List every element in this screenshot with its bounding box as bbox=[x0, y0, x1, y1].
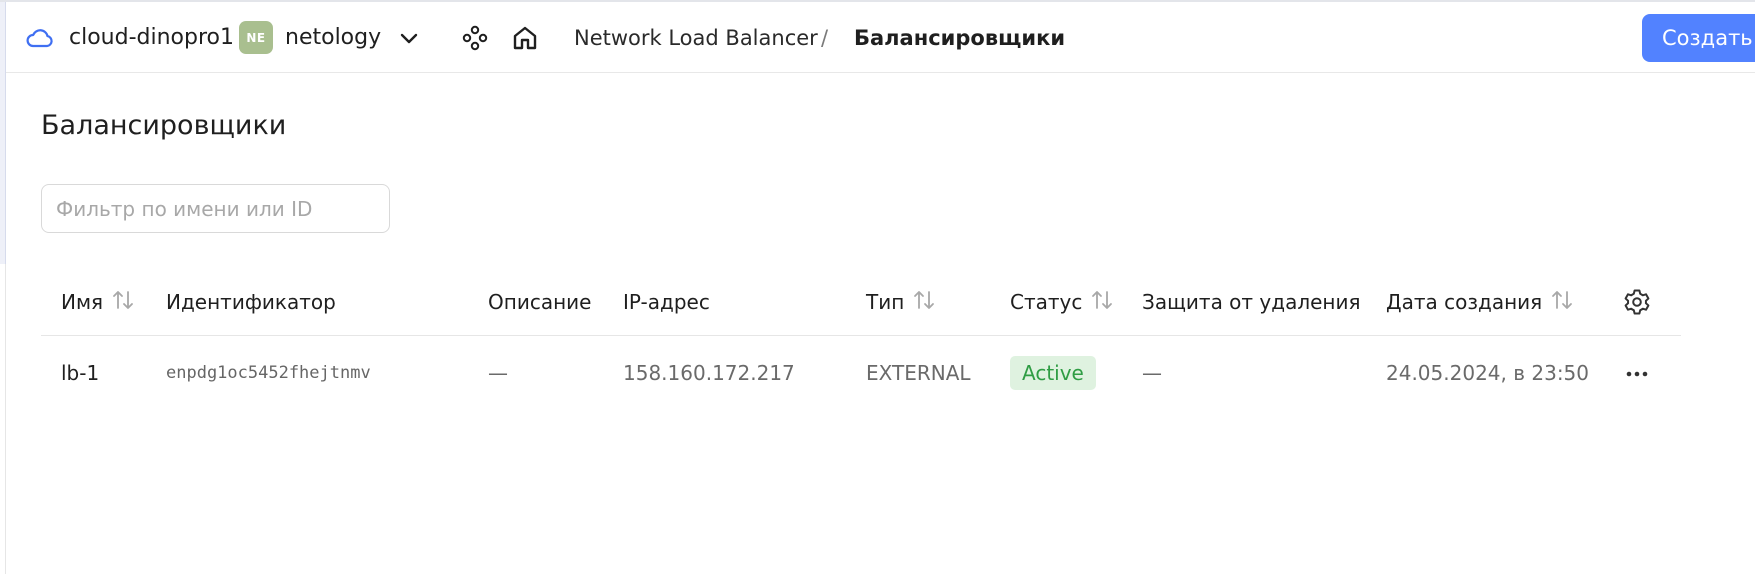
more-icon[interactable] bbox=[1623, 360, 1651, 392]
breadcrumb-network-load-balancer[interactable]: Network Load Balancer bbox=[574, 2, 818, 73]
services-icon[interactable] bbox=[461, 2, 489, 73]
column-header-label: Идентификатор bbox=[166, 290, 336, 314]
cell-name[interactable]: lb-1 bbox=[61, 356, 99, 390]
column-header-id: Идентификатор bbox=[166, 286, 336, 318]
gear-icon[interactable] bbox=[1623, 288, 1651, 320]
sort-icon[interactable] bbox=[1550, 289, 1574, 316]
column-header-created[interactable]: Дата создания bbox=[1386, 286, 1574, 318]
breadcrumb-separator: / bbox=[821, 25, 829, 50]
column-header-label: Имя bbox=[61, 290, 104, 314]
cell-ip: 158.160.172.217 bbox=[623, 361, 795, 385]
column-header-label: Дата создания bbox=[1386, 290, 1543, 314]
column-header-label: Тип bbox=[866, 290, 905, 314]
folder-avatar: NE bbox=[239, 21, 273, 54]
column-header-description: Описание bbox=[488, 286, 591, 318]
column-header-label: Описание bbox=[488, 290, 592, 314]
filter-input[interactable] bbox=[41, 184, 390, 233]
chevron-down-icon[interactable] bbox=[398, 2, 420, 73]
status-badge: Active bbox=[1010, 356, 1096, 390]
home-icon[interactable] bbox=[511, 2, 539, 73]
column-header-status[interactable]: Статус bbox=[1010, 286, 1114, 318]
sort-icon[interactable] bbox=[1090, 289, 1114, 316]
page-title: Балансировщики bbox=[41, 110, 287, 141]
cell-description: — bbox=[488, 361, 508, 385]
cell-created: 24.05.2024, в 23:50 bbox=[1386, 361, 1590, 385]
cell-status: Active bbox=[1010, 356, 1096, 390]
top-header: cloud-dinopro1 NE netology Network Load … bbox=[6, 2, 1755, 73]
column-header-type[interactable]: Тип bbox=[866, 286, 936, 318]
cell-type: EXTERNAL bbox=[866, 361, 971, 385]
column-header-deletion-protection: Защита от удаления bbox=[1142, 286, 1361, 318]
sort-icon[interactable] bbox=[111, 289, 135, 316]
column-header-label: Защита от удаления bbox=[1142, 290, 1361, 314]
breadcrumb-current: Балансировщики bbox=[854, 25, 1066, 50]
column-header-name[interactable]: Имя bbox=[61, 286, 135, 318]
create-button[interactable]: Создать bbox=[1642, 14, 1755, 62]
column-header-label: Статус bbox=[1010, 290, 1083, 314]
column-header-label: IP-адрес bbox=[623, 290, 710, 314]
sort-icon[interactable] bbox=[912, 289, 936, 316]
cloud-name[interactable]: cloud-dinopro1 bbox=[69, 2, 234, 73]
cell-id[interactable]: enpdg1oc5452fhejtnmv bbox=[166, 356, 371, 390]
folder-name[interactable]: netology bbox=[285, 2, 381, 73]
app-window: cloud-dinopro1 NE netology Network Load … bbox=[0, 0, 1755, 574]
table-header-divider bbox=[41, 335, 1681, 336]
column-header-ip: IP-адрес bbox=[623, 286, 710, 318]
cell-deletion-protection: — bbox=[1142, 361, 1162, 385]
cloud-icon bbox=[26, 2, 54, 73]
